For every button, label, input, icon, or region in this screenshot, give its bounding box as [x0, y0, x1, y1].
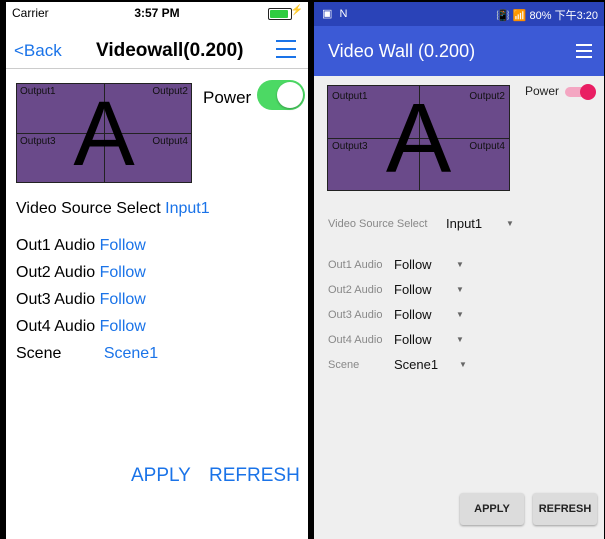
output3-label: Output3: [332, 141, 368, 152]
scene-label: Scene: [328, 359, 360, 371]
source-letter: A: [385, 83, 452, 193]
audio-row: Out2 Audio Follow ▼: [328, 282, 464, 297]
scene-label: Scene: [16, 345, 62, 362]
status-right: 📳 📶 80% 下午3:20: [496, 7, 598, 23]
audio-label: Out1 Audio: [16, 237, 96, 254]
page-title: Videowall(0.200): [96, 40, 244, 61]
apply-button[interactable]: APPLY: [131, 465, 191, 487]
toggle-knob: [580, 84, 596, 100]
status-time: 3:57 PM: [134, 6, 180, 20]
page-title: Video Wall (0.200): [328, 41, 476, 61]
dropdown-caret-icon: ▼: [506, 219, 514, 228]
back-button[interactable]: <Back: [14, 41, 62, 61]
audio-label: Out4 Audio: [328, 334, 383, 346]
videowall-preview: A Output1 Output2 Output3 Output4: [327, 85, 510, 191]
dropdown-caret-icon: ▼: [459, 360, 467, 369]
audio-row: Out3 Audio Follow ▼: [328, 307, 464, 322]
battery-icon: [268, 8, 292, 20]
scene-row: Scene Scene1: [16, 345, 158, 363]
refresh-button[interactable]: REFRESH: [209, 465, 300, 487]
video-source-row: Video Source Select Input1: [16, 200, 210, 218]
android-status-bar: ▣ N 📳 📶 80% 下午3:20: [314, 2, 604, 26]
audio-label: Out2 Audio: [16, 264, 96, 281]
audio-select[interactable]: Follow: [394, 307, 432, 322]
audio-label: Out2 Audio: [328, 284, 383, 296]
source-letter: A: [73, 83, 135, 185]
screenshot-root: Carrier 3:57 PM ⚡ <Back Videowall(0.200)…: [0, 0, 605, 539]
audio-row: Out2 Audio Follow: [16, 264, 146, 282]
video-source-label: Video Source Select: [16, 200, 161, 217]
hamburger-menu-icon[interactable]: [276, 40, 296, 58]
notification-icons: ▣ N: [322, 8, 350, 20]
wifi-icon: 📶: [512, 10, 527, 22]
vibrate-icon: 📳: [495, 10, 510, 22]
video-source-label: Video Source Select: [328, 218, 428, 230]
scene-row: Scene Scene1 ▼: [328, 357, 467, 372]
hamburger-menu-icon[interactable]: [576, 44, 592, 58]
power-toggle[interactable]: [257, 80, 305, 110]
ios-screen: Carrier 3:57 PM ⚡ <Back Videowall(0.200)…: [6, 2, 308, 539]
audio-label: Out3 Audio: [328, 309, 383, 321]
ios-status-bar: Carrier 3:57 PM ⚡: [6, 2, 308, 24]
android-screen: ▣ N 📳 📶 80% 下午3:20 Video Wall (0.200) A …: [314, 2, 604, 539]
dropdown-caret-icon: ▼: [456, 285, 464, 294]
charging-icon: ⚡: [290, 5, 303, 16]
audio-row: Out3 Audio Follow: [16, 291, 146, 309]
audio-label: Out1 Audio: [328, 259, 383, 271]
toggle-knob: [277, 82, 303, 108]
ios-nav-bar: <Back Videowall(0.200): [6, 32, 308, 69]
audio-row: Out4 Audio Follow: [16, 318, 146, 336]
audio-row: Out4 Audio Follow ▼: [328, 332, 464, 347]
android-app-bar: Video Wall (0.200): [314, 26, 604, 76]
video-source-select[interactable]: Input1: [165, 200, 209, 217]
videowall-preview: A Output1 Output2 Output3 Output4: [16, 83, 192, 183]
video-source-row: Video Source Select Input1 ▼: [328, 216, 514, 231]
audio-select[interactable]: Follow: [100, 237, 146, 254]
output4-label: Output4: [469, 141, 505, 152]
output1-label: Output1: [20, 86, 56, 97]
audio-label: Out3 Audio: [16, 291, 96, 308]
audio-row: Out1 Audio Follow: [16, 237, 146, 255]
output3-label: Output3: [20, 136, 56, 147]
status-clock: 80% 下午3:20: [529, 10, 598, 22]
scene-select[interactable]: Scene1: [394, 357, 438, 372]
dropdown-caret-icon: ▼: [456, 310, 464, 319]
dropdown-caret-icon: ▼: [456, 335, 464, 344]
output2-label: Output2: [469, 91, 505, 102]
power-label: Power: [203, 88, 252, 107]
output1-label: Output1: [332, 91, 368, 102]
video-source-select[interactable]: Input1: [446, 216, 482, 231]
audio-select[interactable]: Follow: [100, 291, 146, 308]
dropdown-caret-icon: ▼: [456, 260, 464, 269]
audio-row: Out1 Audio Follow ▼: [328, 257, 464, 272]
audio-label: Out4 Audio: [16, 318, 96, 335]
output2-label: Output2: [152, 86, 188, 97]
apply-button[interactable]: APPLY: [460, 493, 524, 525]
audio-select[interactable]: Follow: [100, 318, 146, 335]
output4-label: Output4: [152, 136, 188, 147]
scene-select[interactable]: Scene1: [104, 345, 158, 362]
audio-select[interactable]: Follow: [394, 257, 432, 272]
audio-select[interactable]: Follow: [100, 264, 146, 281]
refresh-button[interactable]: REFRESH: [533, 493, 597, 525]
audio-select[interactable]: Follow: [394, 332, 432, 347]
audio-select[interactable]: Follow: [394, 282, 432, 297]
power-toggle[interactable]: [565, 84, 596, 100]
power-label: Power: [525, 84, 560, 98]
